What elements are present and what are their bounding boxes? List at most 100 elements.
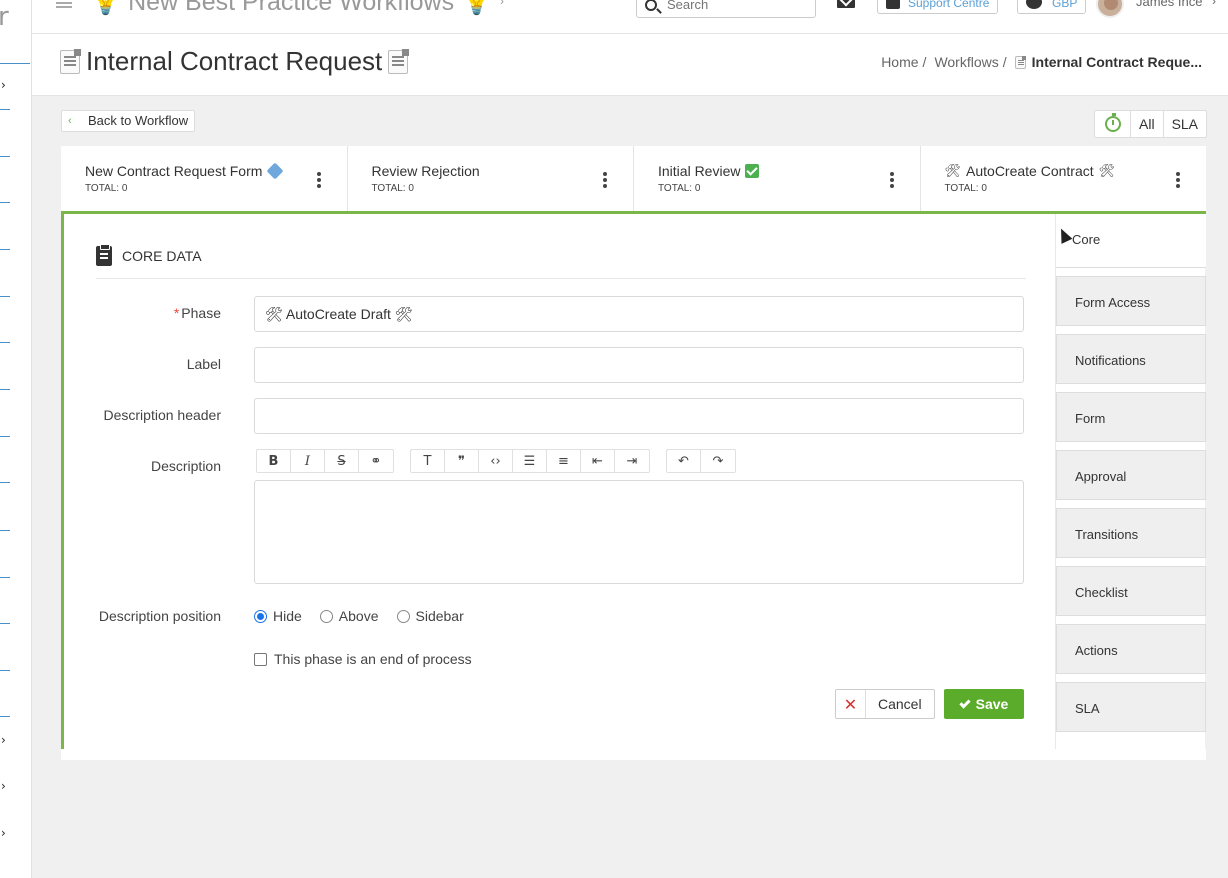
bold-icon[interactable]: B [257, 450, 291, 472]
more-options-icon[interactable] [1176, 172, 1180, 188]
tab-actions[interactable]: Actions [1056, 624, 1206, 674]
section-title: CORE DATA [122, 248, 202, 264]
support-centre-button[interactable]: Support Centre [877, 0, 999, 14]
phase-column[interactable]: Initial Review TOTAL: 0 [634, 146, 921, 211]
cube-icon [266, 162, 284, 180]
divider [96, 278, 1026, 279]
radio-icon [319, 609, 333, 623]
end-of-process-label: This phase is an end of process [274, 651, 472, 667]
phase-title: 🛠 AutoCreate Contract 🛠 [945, 163, 1207, 179]
phase-column[interactable]: New Contract Request Form TOTAL: 0 [61, 146, 348, 211]
description-label: Description [150, 458, 221, 474]
italic-icon[interactable]: I [291, 450, 325, 472]
chevron-right-icon[interactable]: › [500, 0, 504, 8]
redo-icon[interactable]: ↷ [701, 450, 735, 472]
sidebar-item[interactable] [0, 577, 10, 578]
filter-all-button[interactable]: All [1131, 111, 1164, 137]
more-options-icon[interactable] [316, 172, 321, 188]
phase-title: Review Rejection [372, 163, 634, 179]
more-options-icon[interactable] [889, 172, 894, 188]
code-icon[interactable]: ‹› [479, 450, 513, 472]
chevron-right-icon[interactable]: › [1, 733, 6, 747]
end-of-process-option[interactable]: This phase is an end of process [254, 651, 472, 667]
phase-title-text: AutoCreate Contract [966, 163, 1094, 179]
sidebar-item[interactable] [0, 670, 10, 671]
sidebar-item[interactable] [0, 716, 10, 717]
chevron-right-icon[interactable]: › [1, 779, 6, 793]
sidebar-item[interactable] [0, 389, 10, 390]
chevron-right-icon[interactable]: › [1, 78, 6, 92]
outdent-icon[interactable]: ⇤ [581, 450, 615, 472]
tab-form-access[interactable]: Form Access [1056, 276, 1206, 326]
avatar[interactable] [1096, 0, 1124, 18]
description-editor[interactable] [254, 480, 1024, 584]
phase-title: New Contract Request Form [85, 162, 347, 180]
quote-icon[interactable]: ❞ [445, 450, 479, 472]
back-to-workflow-button[interactable]: ‹ Back to Workflow [61, 110, 196, 132]
sidebar-item[interactable] [0, 249, 10, 250]
breadcrumb-current: Internal Contract Reque... [1014, 54, 1202, 70]
end-of-process-checkbox[interactable] [254, 652, 267, 666]
tab-transitions[interactable]: Transitions [1056, 508, 1206, 558]
stopwatch-icon [1104, 113, 1121, 132]
timer-button[interactable] [1095, 111, 1131, 137]
tab-core[interactable]: Core [1056, 214, 1206, 268]
search-box[interactable] [636, 0, 816, 18]
phase-column[interactable]: 🛠 AutoCreate Contract 🛠 TOTAL: 0 [921, 146, 1207, 211]
phase-label: * Phase [174, 305, 221, 321]
section-header: CORE DATA [96, 244, 202, 266]
numbered-list-icon[interactable]: ≡ [547, 450, 581, 472]
cancel-button[interactable]: ✕ Cancel [835, 689, 935, 719]
hamburger-menu-icon[interactable] [56, 0, 72, 8]
search-input[interactable] [667, 0, 807, 12]
breadcrumb: Home / Workflows / Internal Contract Reque… [881, 54, 1202, 70]
tab-sla[interactable]: SLA [1056, 682, 1206, 732]
tab-approval[interactable]: Approval [1056, 450, 1206, 500]
document-icon [60, 48, 81, 74]
toolbar-group-format: B I S ⚭ [256, 449, 394, 473]
user-name[interactable]: James Ince [1136, 0, 1202, 9]
chevron-right-icon[interactable]: › [1212, 0, 1216, 8]
tab-form[interactable]: Form [1056, 392, 1206, 442]
sidebar-item[interactable] [0, 482, 10, 483]
page-title: Internal Contract Request [60, 46, 410, 77]
description-header-field[interactable] [254, 398, 1024, 434]
phase-label-text: Phase [181, 305, 221, 321]
sidebar-item[interactable] [0, 202, 10, 203]
radio-above[interactable]: Above [319, 608, 379, 624]
strikethrough-icon[interactable]: S [325, 450, 359, 472]
sidebar-divider [0, 63, 30, 64]
tab-notifications[interactable]: Notifications [1056, 334, 1206, 384]
currency-button[interactable]: GBP [1017, 0, 1087, 14]
tab-checklist[interactable]: Checklist [1056, 566, 1206, 616]
sidebar-item[interactable] [0, 296, 10, 297]
sidebar-item[interactable] [0, 342, 10, 343]
sidebar-item[interactable] [0, 436, 10, 437]
radio-sidebar[interactable]: Sidebar [396, 608, 464, 624]
editor-toolbar: B I S ⚭ T ❞ ‹› ☰ ≡ ⇤ ⇥ ↶ ↷ [256, 449, 736, 473]
chevron-right-icon[interactable]: › [1, 826, 6, 840]
breadcrumb-home[interactable]: Home [881, 54, 918, 70]
phase-column[interactable]: Review Rejection TOTAL: 0 [348, 146, 634, 211]
mail-icon[interactable] [837, 0, 855, 8]
label-field[interactable] [254, 347, 1024, 383]
phase-name-field[interactable] [254, 296, 1024, 332]
settings-tab-nav: Core Form Access Notifications Form Appr… [1055, 214, 1206, 749]
sidebar-item[interactable] [0, 109, 10, 110]
radio-hide[interactable]: Hide [254, 608, 302, 624]
undo-icon[interactable]: ↶ [667, 450, 701, 472]
bullet-list-icon[interactable]: ☰ [513, 450, 547, 472]
filter-sla-button[interactable]: SLA [1164, 111, 1206, 137]
save-button[interactable]: Save [944, 689, 1024, 719]
indent-icon[interactable]: ⇥ [615, 450, 649, 472]
sidebar-item[interactable] [0, 530, 10, 531]
radio-label: Hide [273, 608, 302, 624]
sidebar-item[interactable] [0, 156, 10, 157]
link-icon[interactable]: ⚭ [359, 450, 393, 472]
phase-total: TOTAL: 0 [371, 183, 414, 194]
breadcrumb-workflows[interactable]: Workflows [934, 54, 998, 70]
page-title-text: Internal Contract Request [86, 46, 383, 76]
more-options-icon[interactable] [603, 172, 607, 188]
heading-icon[interactable]: T [411, 450, 445, 472]
sidebar-item[interactable] [0, 623, 10, 624]
